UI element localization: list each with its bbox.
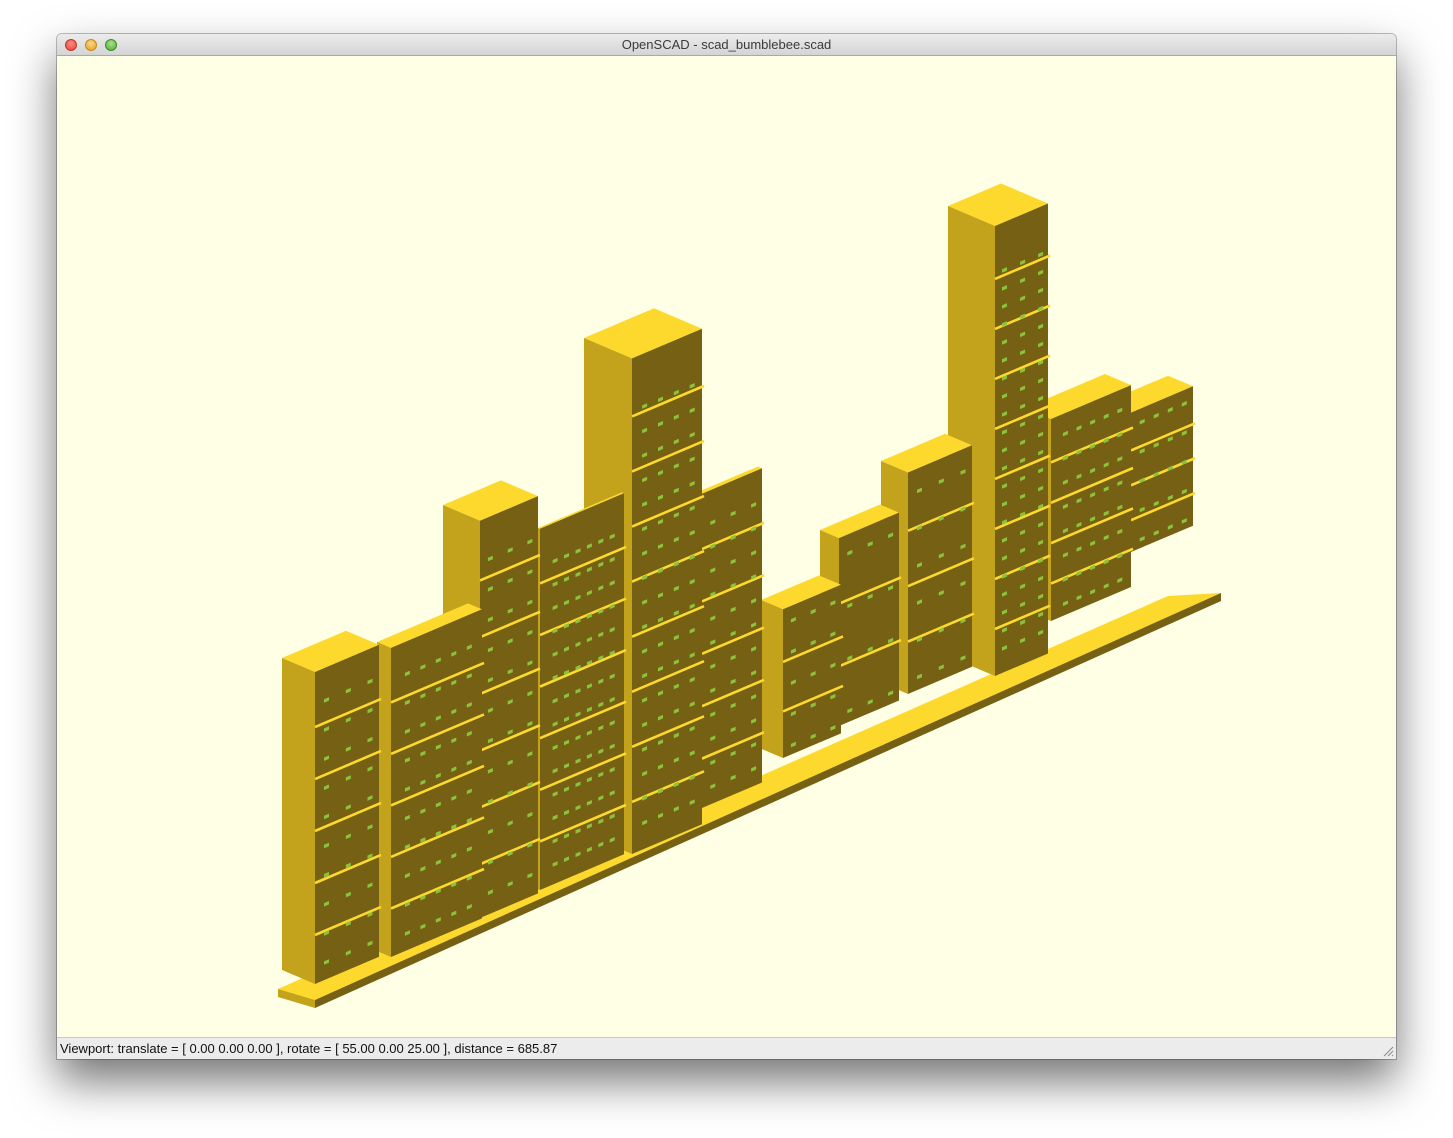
building-7 — [698, 466, 765, 808]
window-title: OpenSCAD - scad_bumblebee.scad — [621, 37, 832, 52]
building-side — [377, 642, 391, 957]
viewport-status: Viewport: translate = [ 0.00 0.00 0.00 ]… — [60, 1041, 558, 1056]
model-render[interactable] — [57, 56, 1396, 1037]
building-front — [702, 468, 762, 808]
building-front — [1051, 385, 1131, 621]
resize-grip-icon[interactable] — [1383, 1046, 1394, 1057]
building-6 — [761, 575, 844, 758]
building-12 — [282, 630, 382, 984]
building-9 — [538, 492, 627, 890]
building-side — [282, 658, 315, 984]
building-11 — [377, 603, 485, 957]
3d-viewport[interactable] — [57, 56, 1396, 1037]
title-bar[interactable]: OpenSCAD - scad_bumblebee.scad — [57, 34, 1396, 56]
status-bar: Viewport: translate = [ 0.00 0.00 0.00 ]… — [57, 1037, 1396, 1059]
openscad-window: OpenSCAD - scad_bumblebee.scad Viewport:… — [57, 34, 1396, 1059]
building-side — [761, 600, 783, 758]
building-front — [1131, 386, 1193, 552]
